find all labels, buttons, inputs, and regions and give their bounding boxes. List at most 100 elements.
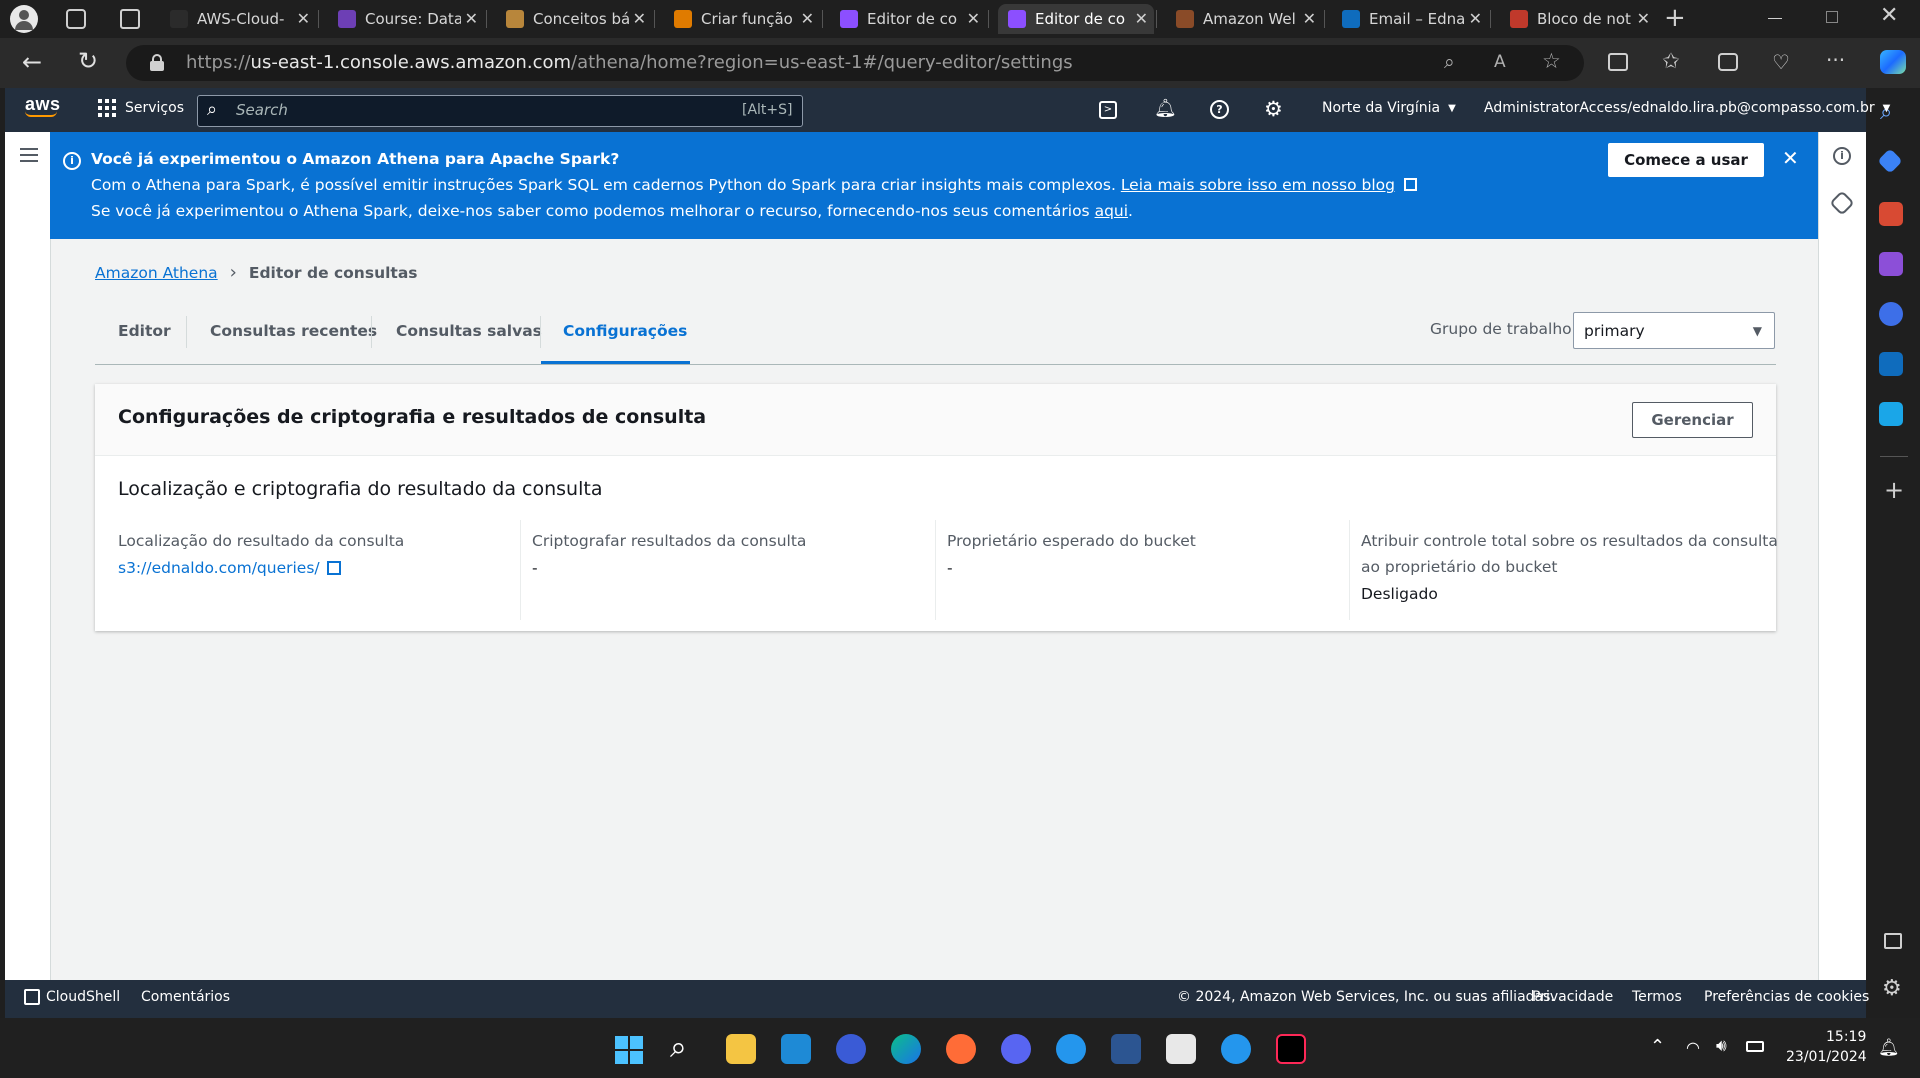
sidebar-outlook-icon[interactable] — [1879, 352, 1903, 376]
split-screen-icon[interactable] — [1608, 53, 1628, 71]
new-tab-button[interactable]: + — [1664, 3, 1686, 33]
battery-icon[interactable] — [1746, 1041, 1764, 1052]
get-started-button[interactable]: Comece a usar — [1608, 143, 1764, 177]
browser-tab[interactable]: Editor de co ✕ — [830, 4, 986, 34]
clock-time[interactable]: 15:19 — [1826, 1029, 1866, 1045]
favorites-icon[interactable]: ✩ — [1662, 49, 1680, 73]
result-location-value[interactable]: s3://ednaldo.com/queries/ — [118, 559, 341, 577]
footer-cookies[interactable]: Preferências de cookies — [1704, 989, 1869, 1005]
clock-date[interactable]: 23/01/2024 — [1786, 1049, 1867, 1065]
url-text[interactable]: https://us-east-1.console.aws.amazon.com… — [186, 52, 1073, 73]
sidebar-games-icon[interactable] — [1879, 252, 1903, 276]
browser-tab[interactable]: AWS-Cloud- ✕ — [160, 4, 316, 34]
read-aloud-icon[interactable]: A — [1494, 52, 1506, 72]
browser-tab[interactable]: Course: Data ✕ — [328, 4, 484, 34]
browser-tab[interactable]: Conceitos bá ✕ — [496, 4, 652, 34]
browser-tab[interactable]: Email – Edna ✕ — [1332, 4, 1488, 34]
snipping-tool-icon[interactable] — [1166, 1034, 1196, 1064]
minimize-button[interactable] — [1768, 18, 1782, 19]
close-tab-icon[interactable]: ✕ — [967, 9, 980, 28]
close-tab-icon[interactable]: ✕ — [1469, 9, 1482, 28]
collections-icon[interactable] — [1718, 53, 1738, 71]
favorite-star-icon[interactable]: ☆ — [1542, 49, 1561, 73]
wifi-icon[interactable]: ◠ — [1686, 1038, 1700, 1057]
settings-gear-icon[interactable]: ⚙ — [1264, 97, 1283, 121]
info-panel-icon[interactable]: i — [1833, 147, 1851, 165]
bucket-owner-label: Proprietário esperado do bucket — [947, 532, 1196, 550]
sidebar-copilot-icon[interactable] — [1879, 302, 1903, 326]
edge-icon[interactable] — [891, 1034, 921, 1064]
hamburger-menu-icon[interactable] — [20, 148, 38, 162]
course-icon — [338, 10, 356, 28]
close-tab-icon[interactable]: ✕ — [1135, 9, 1148, 28]
manage-button[interactable]: Gerenciar — [1632, 402, 1753, 438]
show-hidden-icons[interactable]: ⌃ — [1650, 1036, 1665, 1057]
services-menu[interactable]: Serviços — [98, 99, 184, 117]
notifications-bell-icon[interactable]: 🔔︎ — [1154, 98, 1177, 119]
sidebar-send-icon[interactable] — [1879, 402, 1903, 426]
info-icon: i — [63, 152, 81, 170]
close-tab-icon[interactable]: ✕ — [465, 9, 478, 28]
feedback-link[interactable]: aqui — [1095, 202, 1128, 220]
vscode-icon[interactable] — [781, 1034, 811, 1064]
close-tab-icon[interactable]: ✕ — [297, 9, 310, 28]
docker-icon[interactable] — [1056, 1034, 1086, 1064]
sidebar-add-icon[interactable]: + — [1884, 476, 1904, 504]
breadcrumb-current: Editor de consultas — [248, 263, 418, 282]
help-icon[interactable]: ? — [1210, 100, 1229, 119]
browser-tab[interactable]: Criar função ✕ — [664, 4, 820, 34]
region-selector[interactable]: Norte da Virgínia ▼ — [1322, 100, 1456, 116]
postman-icon[interactable] — [946, 1034, 976, 1064]
profile-avatar[interactable] — [10, 5, 38, 33]
sidebar-tools-icon[interactable] — [1879, 202, 1903, 226]
volume-icon[interactable]: 🔊︎ — [1716, 1036, 1727, 1056]
browser-tab[interactable]: Editor de co ✕ — [998, 4, 1154, 34]
footer-terms[interactable]: Termos — [1632, 989, 1682, 1005]
workspaces-icon[interactable] — [66, 9, 86, 29]
tab-editor[interactable]: Editor — [118, 322, 171, 340]
more-menu-icon[interactable]: ··· — [1826, 48, 1845, 72]
refresh-icon[interactable]: ↻ — [78, 47, 98, 75]
tab-settings[interactable]: Configurações — [563, 322, 687, 340]
docker-desktop-icon[interactable] — [1221, 1034, 1251, 1064]
close-tab-icon[interactable]: ✕ — [1637, 9, 1650, 28]
start-icon[interactable] — [615, 1036, 643, 1064]
notification-bell-icon[interactable]: 🔔︎ — [1878, 1038, 1900, 1058]
browser-tab[interactable]: Amazon Wel ✕ — [1166, 4, 1322, 34]
browser-tab[interactable]: Bloco de not ✕ — [1500, 4, 1656, 34]
footer-cloudshell[interactable]: CloudShell — [24, 989, 120, 1005]
aws-logo[interactable]: aws — [25, 94, 61, 117]
zoom-icon[interactable]: ⌕ — [1444, 51, 1455, 73]
footer-comments[interactable]: Comentários — [141, 989, 230, 1005]
chevron-right-icon: › — [229, 262, 237, 283]
file-explorer-icon[interactable] — [726, 1034, 756, 1064]
dismiss-banner-icon[interactable]: ✕ — [1782, 146, 1799, 170]
workgroup-select[interactable]: primary ▼ — [1573, 312, 1775, 349]
powershell-icon[interactable] — [1111, 1034, 1141, 1064]
close-tab-icon[interactable]: ✕ — [801, 9, 814, 28]
close-window-button[interactable]: ✕ — [1880, 3, 1898, 28]
back-icon[interactable]: ← — [22, 48, 42, 76]
blog-link[interactable]: Leia mais sobre isso em nosso blog — [1121, 176, 1395, 194]
tab-saved-queries[interactable]: Consultas salvas — [396, 322, 542, 340]
tab-recent-queries[interactable]: Consultas recentes — [210, 322, 377, 340]
intellij-icon[interactable] — [1276, 1034, 1306, 1064]
breadcrumb: Amazon Athena › Editor de consultas — [95, 262, 418, 283]
sidebar-settings-icon[interactable]: ⚙ — [1882, 976, 1902, 1001]
copilot-icon[interactable] — [1880, 50, 1906, 74]
taskbar-search-icon[interactable]: ⌕ — [670, 1030, 687, 1065]
app-icon[interactable] — [836, 1034, 866, 1064]
account-menu[interactable]: AdministratorAccess/ednaldo.lira.pb@comp… — [1484, 100, 1890, 116]
vertical-tabs-icon[interactable] — [120, 9, 140, 29]
breadcrumb-athena[interactable]: Amazon Athena — [95, 264, 218, 282]
close-tab-icon[interactable]: ✕ — [1303, 9, 1316, 28]
sidebar-panel-icon[interactable] — [1884, 933, 1902, 949]
cloudshell-icon[interactable]: > — [1099, 101, 1117, 119]
close-tab-icon[interactable]: ✕ — [633, 9, 646, 28]
aws-search-input[interactable] — [197, 95, 803, 127]
discord-icon[interactable] — [1001, 1034, 1031, 1064]
footer-privacy[interactable]: Privacidade — [1532, 989, 1613, 1005]
browser-essentials-icon[interactable]: ♡ — [1772, 50, 1790, 74]
restore-button[interactable] — [1826, 11, 1838, 23]
box-icon — [506, 10, 524, 28]
